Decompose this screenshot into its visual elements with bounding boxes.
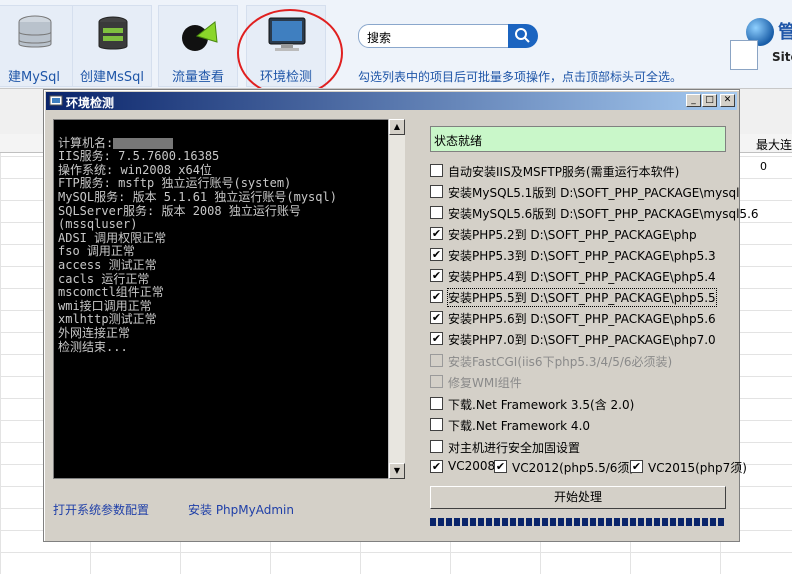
console-line: wmi接口调用正常 [58, 298, 152, 313]
option-label: 安装PHP5.4到 D:\SOFT_PHP_PACKAGE\php5.4 [448, 270, 716, 284]
close-button[interactable]: ✕ [720, 94, 735, 107]
brand-logo: 管 Site [728, 16, 792, 76]
result-console: 计算机名: IIS服务: 7.5.7600.16385 操作系统: win200… [53, 119, 405, 479]
checkbox[interactable] [430, 206, 443, 219]
checkbox[interactable] [430, 164, 443, 177]
toolbar-create-mssql-label: 创建MsSql [79, 70, 145, 85]
database-icon [18, 15, 52, 48]
option-label: 下载.Net Framework 3.5(含 2.0) [448, 398, 635, 412]
console-text: 计算机名: IIS服务: 7.5.7600.16385 操作系统: win200… [58, 123, 337, 354]
option-label: 安装PHP5.3到 D:\SOFT_PHP_PACKAGE\php5.3 [448, 249, 716, 263]
vc-label: VC2008 [448, 459, 496, 473]
env-check-dialog: 环境检测 _ □ ✕ 计算机名: IIS服务: 7.5.7600.16385 操… [43, 89, 759, 542]
search-input[interactable]: 搜索 [358, 24, 510, 48]
console-line: MySQL服务: 版本 5.1.61 独立运行账号(mysql) [58, 189, 337, 204]
checkbox[interactable] [430, 418, 443, 431]
chart-icon [182, 21, 218, 51]
scroll-down-arrow[interactable]: ▼ [389, 463, 405, 479]
search-button[interactable] [508, 24, 538, 48]
minimize-button[interactable]: _ [686, 94, 701, 107]
checkbox[interactable]: ✔ [494, 460, 507, 473]
brand-sub: Site [772, 50, 792, 64]
start-button[interactable]: 开始处理 [430, 486, 726, 509]
console-line: FTP服务: msftp 独立运行账号(system) [58, 176, 292, 191]
checkbox[interactable] [430, 397, 443, 410]
console-line: cacls 运行正常 [58, 271, 150, 286]
option-label: 修复WMI组件 [448, 376, 522, 390]
checkbox [430, 375, 443, 388]
toolbar-traffic-label: 流量查看 [171, 70, 224, 85]
option-label: 安装PHP7.0到 D:\SOFT_PHP_PACKAGE\php7.0 [448, 333, 716, 347]
vc-label: VC2012(php5.5/6须) [512, 461, 635, 475]
option-label: 安装MySQL5.1版到 D:\SOFT_PHP_PACKAGE\mysql [448, 186, 740, 200]
dialog-titlebar[interactable]: 环境检测 _ □ ✕ [46, 92, 737, 110]
status-text: 状态就绪 [434, 134, 483, 148]
column-header-max[interactable]: 最大连 [756, 136, 792, 153]
option-label: 安装MySQL5.6版到 D:\SOFT_PHP_PACKAGE\mysql5.… [448, 207, 759, 221]
batch-hint: 勾选列表中的项目后可批量多项操作，点击顶部标头可全选。 [358, 70, 683, 84]
checkbox[interactable] [430, 440, 443, 453]
console-line: 检测结束... [58, 339, 128, 354]
database-icon [98, 16, 128, 50]
checkbox[interactable]: ✔ [430, 269, 443, 282]
app-icon [49, 95, 63, 106]
checkbox[interactable]: ✔ [630, 460, 643, 473]
console-scrollbar[interactable]: ▲ ▼ [388, 119, 405, 479]
checkbox[interactable]: ✔ [430, 290, 443, 303]
scroll-up-arrow[interactable]: ▲ [389, 119, 405, 135]
search-icon [515, 28, 530, 43]
console-line: (mssqluser) [58, 217, 138, 232]
toolbar-create-mysql-button[interactable]: 建MySql [0, 5, 74, 87]
checkbox[interactable]: ✔ [430, 227, 443, 240]
toolbar-create-mysql-label: 建MySql [7, 70, 61, 85]
checkbox[interactable]: ✔ [430, 248, 443, 261]
status-box: 状态就绪 [430, 126, 726, 152]
grid-cell-value: 0 [760, 160, 767, 173]
checkbox[interactable]: ✔ [430, 332, 443, 345]
main-toolbar: 建MySql 创建MsSql 流量查看 环境检测 搜索 勾选列表中的项目后可批量… [0, 0, 792, 97]
console-line: ADSI 调用权限正常 [58, 230, 167, 245]
console-line: SQLServer服务: 版本 2008 独立运行账号 [58, 203, 301, 218]
toolbar-traffic-button[interactable]: 流量查看 [158, 5, 238, 87]
checkbox [430, 354, 443, 367]
open-params-link[interactable]: 打开系统参数配置 [53, 501, 149, 518]
option-label: 安装FastCGI(iis6下php5.3/4/5/6必须装) [448, 355, 673, 369]
checkbox[interactable]: ✔ [430, 311, 443, 324]
search-bar[interactable]: 搜索 [358, 24, 538, 48]
search-label: 搜索 [367, 31, 392, 45]
document-icon [730, 40, 758, 70]
console-line: 外网连接正常 [58, 325, 131, 340]
brand-char: 管 [778, 22, 792, 43]
option-label: 下载.Net Framework 4.0 [448, 419, 591, 433]
option-label: 安装PHP5.2到 D:\SOFT_PHP_PACKAGE\php [448, 228, 697, 242]
checkbox[interactable] [430, 185, 443, 198]
console-line: IIS服务: 7.5.7600.16385 [58, 149, 220, 164]
option-label: 对主机进行安全加固设置 [448, 441, 581, 455]
install-phpmyadmin-link[interactable]: 安装 PhpMyAdmin [188, 501, 294, 518]
redacted-block [113, 137, 174, 149]
progress-bar [430, 518, 726, 526]
maximize-button[interactable]: □ [702, 94, 717, 107]
option-label: 安装PHP5.5到 D:\SOFT_PHP_PACKAGE\php5.5 [447, 288, 717, 307]
console-line: 计算机名: [58, 135, 114, 150]
checkbox[interactable]: ✔ [430, 460, 443, 473]
vc-label: VC2015(php7须) [648, 461, 747, 475]
toolbar-create-mssql-button[interactable]: 创建MsSql [72, 5, 152, 87]
dialog-title: 环境检测 [66, 96, 115, 110]
option-label: 安装PHP5.6到 D:\SOFT_PHP_PACKAGE\php5.6 [448, 312, 716, 326]
console-line: mscomctl组件正常 [58, 285, 164, 300]
console-line: fso 调用正常 [58, 244, 135, 259]
console-line: 操作系统: win2008 x64位 [58, 162, 212, 177]
console-line: xmlhttp测试正常 [58, 312, 157, 327]
console-line: access 测试正常 [58, 257, 157, 272]
option-label: 自动安装IIS及MSFTP服务(需重运行本软件) [448, 165, 680, 179]
highlight-circle [237, 9, 343, 97]
